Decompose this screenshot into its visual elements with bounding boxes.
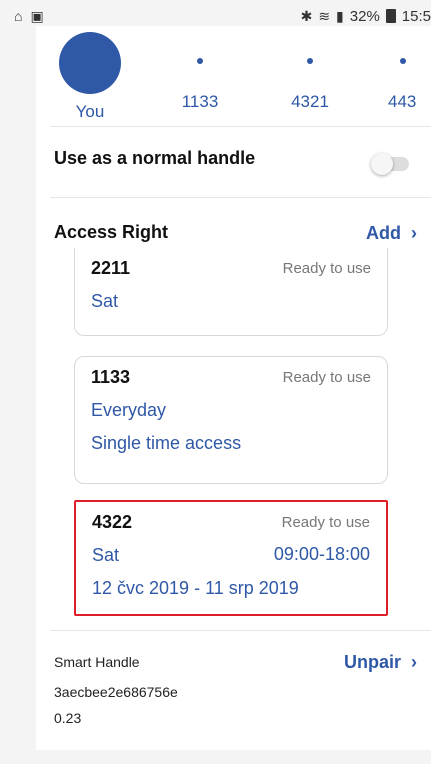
- unpair-label: Unpair: [343, 652, 401, 672]
- add-access-button[interactable]: Add ›: [366, 223, 417, 244]
- chevron-right-icon: ›: [406, 652, 417, 672]
- status-right: ✱ ≋ ▮ 32% 15:5: [301, 8, 431, 25]
- divider: [50, 630, 431, 631]
- chevron-right-icon: ›: [406, 223, 417, 243]
- card-dates: 12 čvc 2019 - 11 srp 2019: [92, 578, 299, 598]
- toggle-knob: [371, 153, 393, 175]
- user-name-you: You: [75, 102, 105, 121]
- avatar: [59, 32, 121, 94]
- card-status: Ready to use: [281, 514, 370, 531]
- image-icon: ▣: [30, 7, 44, 24]
- content-panel: You 1133 4321 443 Use as a normal handle…: [36, 26, 431, 750]
- card-status: Ready to use: [282, 369, 371, 386]
- access-card-4322[interactable]: 4322 Ready to use Sat 09:00-18:00 12 čvc…: [74, 500, 388, 616]
- user-name-1133: 1133: [181, 92, 219, 111]
- card-time: 09:00-18:00: [273, 544, 370, 564]
- battery-percent: 32%: [349, 7, 380, 25]
- add-label: Add: [365, 223, 401, 243]
- divider: [50, 126, 431, 127]
- smart-handle-version: 0.23: [54, 710, 82, 726]
- status-time: 15:5: [401, 7, 431, 25]
- status-left: ⌂ ▣: [14, 8, 44, 25]
- signal-icon: ▮: [336, 7, 344, 24]
- user-dot: [197, 58, 203, 64]
- divider: [50, 197, 431, 198]
- user-selector: You 1133 4321 443: [36, 26, 431, 126]
- user-4321[interactable]: 4321: [270, 26, 350, 112]
- user-443[interactable]: 443: [374, 26, 424, 112]
- smart-handle-id: 3aecbee2e686756e: [54, 684, 178, 700]
- access-right-title: Access Right: [54, 222, 169, 242]
- user-name-4321: 4321: [291, 92, 329, 111]
- card-days: Everyday: [91, 400, 167, 420]
- user-1133[interactable]: 1133: [160, 26, 240, 112]
- card-mode: Single time access: [91, 433, 242, 453]
- user-you[interactable]: You: [50, 26, 130, 122]
- access-card-1133[interactable]: 1133 Ready to use Everyday Single time a…: [74, 356, 388, 484]
- normal-handle-toggle[interactable]: [371, 153, 409, 175]
- bluetooth-icon: ✱: [300, 7, 313, 24]
- access-card-2211[interactable]: 2211 Ready to use Sat: [74, 248, 388, 336]
- battery-icon: [385, 9, 396, 23]
- notification-icon: ⌂: [14, 8, 23, 24]
- user-dot: [307, 58, 313, 64]
- card-status: Ready to use: [282, 260, 371, 277]
- smart-handle-title: Smart Handle: [54, 654, 140, 670]
- normal-handle-label: Use as a normal handle: [54, 148, 256, 168]
- unpair-button[interactable]: Unpair ›: [344, 652, 417, 673]
- wifi-icon: ≋: [318, 7, 331, 24]
- user-dot: [400, 58, 406, 64]
- user-name-443: 443: [388, 92, 417, 111]
- card-days: Sat: [91, 291, 119, 311]
